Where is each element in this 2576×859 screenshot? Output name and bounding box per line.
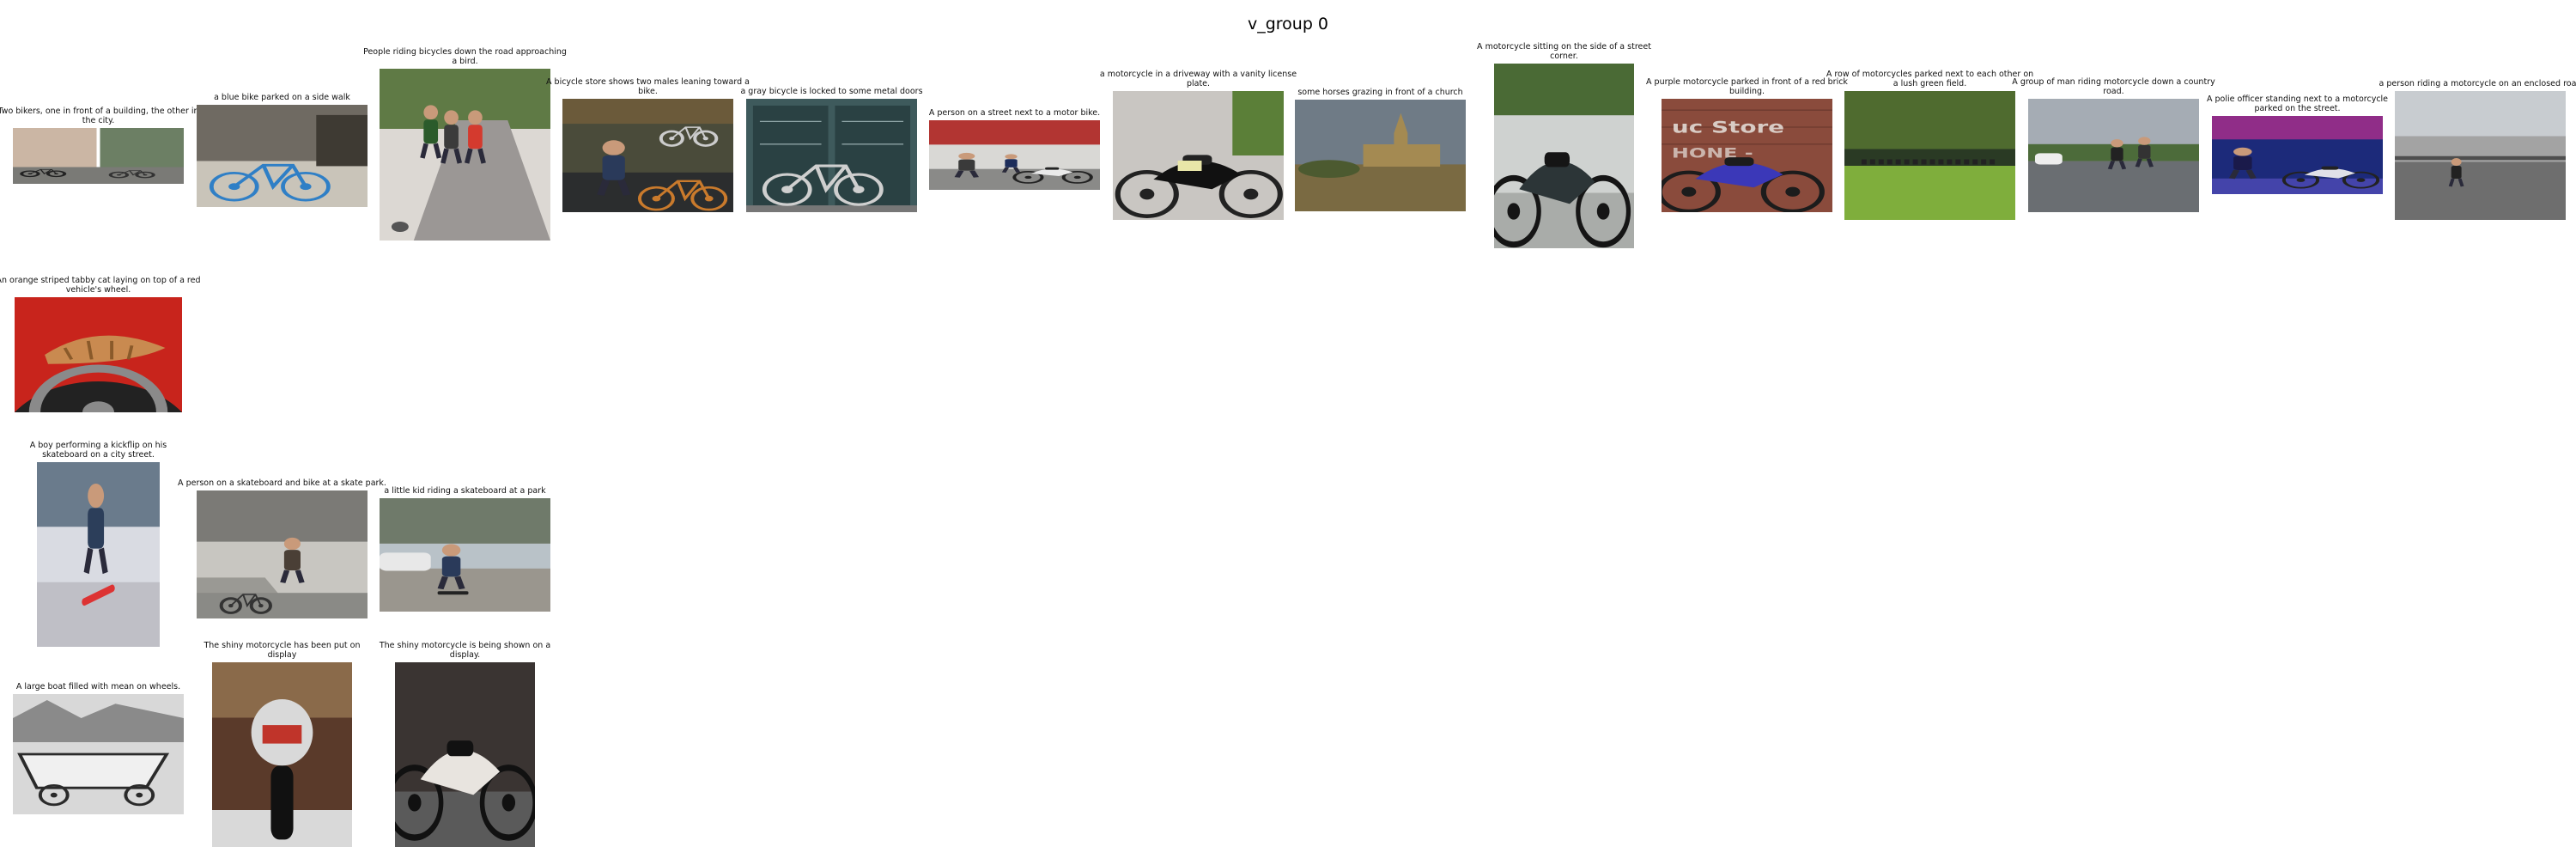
photo-graphic: [395, 662, 535, 847]
page-title: v_group 0: [1247, 15, 1329, 34]
image-caption: A boy performing a kickflip on his skate…: [29, 441, 167, 460]
image-card[interactable]: A group of man riding motorcycle down a …: [2012, 77, 2215, 212]
photo-graphic: [380, 498, 550, 612]
image-caption: A polie officer standing next to a motor…: [2206, 94, 2389, 113]
image-caption: An orange striped tabby cat laying on to…: [0, 276, 201, 295]
photo: [15, 297, 182, 412]
image-caption: a blue bike parked on a side walk: [214, 93, 350, 102]
photo: [13, 128, 184, 184]
image-card[interactable]: An orange striped tabby cat laying on to…: [0, 276, 201, 412]
image-card[interactable]: Two bikers, one in front of a building, …: [0, 107, 199, 184]
image-caption: a little kid riding a skateboard at a pa…: [384, 486, 546, 496]
image-caption: a gray bicycle is locked to some metal d…: [740, 87, 923, 96]
photo: [1295, 100, 1466, 211]
photo: [380, 69, 550, 241]
photo: [562, 99, 733, 212]
image-caption: The shiny motorcycle has been put on dis…: [204, 641, 361, 660]
photo: [212, 662, 352, 847]
image-caption: The shiny motorcycle is being shown on a…: [379, 641, 551, 660]
photo-graphic: [746, 99, 917, 212]
image-caption: A row of motorcycles parked next to each…: [1826, 70, 2034, 88]
photo: [2212, 116, 2383, 194]
photo: uc Store HONE -: [1662, 99, 1832, 212]
image-caption: A person on a skateboard and bike at a s…: [178, 478, 386, 488]
image-caption: Two bikers, one in front of a building, …: [0, 107, 199, 125]
image-caption: A motorcycle sitting on the side of a st…: [1477, 42, 1651, 61]
image-card[interactable]: A person on a street next to a motor bik…: [929, 108, 1100, 190]
photo-graphic: [37, 462, 160, 647]
image-card[interactable]: The shiny motorcycle has been put on dis…: [204, 641, 361, 847]
image-caption: A large boat filled with mean on wheels.: [15, 682, 181, 691]
photo: [395, 662, 535, 847]
photo-graphic: [1113, 91, 1284, 220]
image-card[interactable]: A purple motorcycle parked in front of a…: [1646, 77, 1848, 212]
image-card[interactable]: a gray bicycle is locked to some metal d…: [740, 87, 923, 212]
image-card[interactable]: The shiny motorcycle is being shown on a…: [380, 641, 550, 847]
photo-graphic: [2395, 91, 2566, 220]
image-caption: a person riding a motorcycle on an enclo…: [2379, 79, 2576, 88]
photo-graphic: [15, 297, 182, 412]
photo: [1113, 91, 1284, 220]
photo-graphic: [197, 490, 368, 618]
photo: [37, 462, 160, 647]
image-caption: People riding bicycles down the road app…: [363, 47, 567, 66]
photo: [746, 99, 917, 212]
image-card[interactable]: A large boat filled with mean on wheels.: [13, 682, 184, 814]
photo-graphic: [1844, 91, 2015, 220]
photo: [2395, 91, 2566, 220]
photo-graphic: [2212, 116, 2383, 194]
image-caption: A purple motorcycle parked in front of a…: [1646, 77, 1848, 96]
image-card[interactable]: A motorcycle sitting on the side of a st…: [1477, 42, 1651, 248]
image-card[interactable]: People riding bicycles down the road app…: [363, 47, 567, 241]
image-card[interactable]: A bicycle store shows two males leaning …: [546, 77, 750, 212]
photo-graphic: uc StoreHONE -: [1662, 99, 1832, 212]
image-caption: some horses grazing in front of a church: [1297, 88, 1463, 97]
photo: [197, 490, 368, 618]
photo-graphic: [380, 69, 550, 241]
photo: [929, 120, 1100, 190]
photo-graphic: [929, 120, 1100, 190]
photo-graphic: [2028, 99, 2199, 212]
svg-text:uc Store: uc Store: [1672, 118, 1784, 137]
image-card[interactable]: A boy performing a kickflip on his skate…: [30, 441, 167, 647]
image-card[interactable]: A person on a skateboard and bike at a s…: [178, 478, 386, 618]
image-card[interactable]: A polie officer standing next to a motor…: [2207, 94, 2388, 194]
photo: [2028, 99, 2199, 212]
image-card[interactable]: A row of motorcycles parked next to each…: [1826, 70, 2033, 220]
photo: [13, 694, 184, 814]
photo: [197, 105, 368, 207]
photo-graphic: [13, 694, 184, 814]
photo: [380, 498, 550, 612]
image-card[interactable]: some horses grazing in front of a church: [1295, 88, 1466, 211]
image-card[interactable]: a little kid riding a skateboard at a pa…: [380, 486, 550, 612]
photo-graphic: [212, 662, 352, 847]
image-caption: a motorcycle in a driveway with a vanity…: [1099, 70, 1297, 88]
photo-graphic: [13, 128, 184, 184]
photo: [1494, 64, 1634, 248]
photo-graphic: [1295, 100, 1466, 211]
image-card[interactable]: a motorcycle in a driveway with a vanity…: [1100, 70, 1297, 220]
image-card[interactable]: a blue bike parked on a side walk: [197, 93, 368, 207]
photo: [1844, 91, 2015, 220]
image-caption: A bicycle store shows two males leaning …: [546, 77, 750, 96]
photo-graphic: [562, 99, 733, 212]
image-caption: A group of man riding motorcycle down a …: [2012, 77, 2215, 96]
image-caption: A person on a street next to a motor bik…: [928, 108, 1101, 118]
photo-graphic: [1494, 64, 1634, 248]
photo-graphic: [197, 105, 368, 207]
image-card[interactable]: a person riding a motorcycle on an enclo…: [2379, 79, 2576, 220]
